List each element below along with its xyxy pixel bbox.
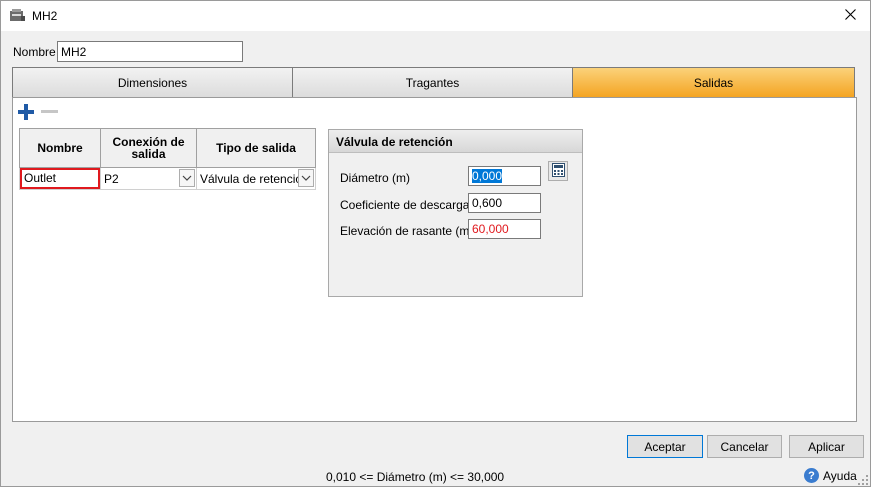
help-icon: ? <box>804 468 819 483</box>
validation-message: 0,010 <= Diámetro (m) <= 30,000 <box>326 470 505 484</box>
connection-cell[interactable]: P2 <box>100 167 197 190</box>
resize-grip-icon[interactable] <box>858 474 868 485</box>
plus-icon[interactable] <box>18 104 34 120</box>
name-input[interactable] <box>57 41 243 62</box>
cancel-button[interactable]: Cancelar <box>707 435 782 458</box>
apply-button[interactable]: Aplicar <box>789 435 864 458</box>
column-header-tipo: Tipo de salida <box>196 128 316 168</box>
chevron-down-icon[interactable] <box>298 169 314 187</box>
diameter-value: 0,000 <box>472 169 503 183</box>
tab-strip: Dimensiones Tragantes Salidas <box>12 67 855 98</box>
valve-group: Válvula de retención Diámetro (m) 0,000 <box>328 129 583 297</box>
connection-dropdown[interactable]: P2 <box>101 168 196 189</box>
rim-elevation-label: Elevación de rasante (m) <box>340 224 474 238</box>
valve-group-title: Válvula de retención <box>329 130 582 153</box>
name-label: Nombre <box>13 45 56 59</box>
manhole-icon <box>9 8 26 23</box>
tab-salidas[interactable]: Salidas <box>573 67 855 98</box>
type-value: Válvula de retención <box>200 171 309 186</box>
calculator-icon <box>551 162 565 180</box>
salidas-panel: Nombre Conexión de salida Tipo de salida… <box>12 97 857 422</box>
help-label: Ayuda <box>823 468 857 483</box>
tab-dimensiones[interactable]: Dimensiones <box>12 67 293 98</box>
help-link[interactable]: ? Ayuda <box>804 468 857 483</box>
accept-button[interactable]: Aceptar <box>627 435 703 458</box>
discharge-coefficient-label: Coeficiente de descarga <box>340 198 470 212</box>
chevron-down-icon[interactable] <box>179 169 195 187</box>
outlet-name-value[interactable]: Outlet <box>20 168 100 189</box>
connection-value: P2 <box>104 171 119 186</box>
discharge-coefficient-input[interactable]: 0,600 <box>468 193 541 213</box>
table-row: Outlet P2 Válvula de retención <box>19 167 316 190</box>
outlets-table: Nombre Conexión de salida Tipo de salida… <box>19 128 316 190</box>
rim-elevation-input[interactable]: 60,000 <box>468 219 541 239</box>
dialog-window: MH2 Nombre Dimensiones Tragantes Salidas… <box>0 0 871 487</box>
diameter-label: Diámetro (m) <box>340 171 411 185</box>
column-header-nombre: Nombre <box>19 128 101 168</box>
diameter-input[interactable]: 0,000 <box>468 166 541 186</box>
minus-icon[interactable] <box>41 110 58 113</box>
window-title: MH2 <box>32 9 58 23</box>
calculator-button[interactable] <box>548 161 568 181</box>
close-button[interactable] <box>830 1 870 31</box>
close-icon <box>844 9 856 23</box>
type-dropdown[interactable]: Válvula de retención <box>197 168 315 189</box>
type-cell[interactable]: Válvula de retención <box>196 167 316 190</box>
tab-tragantes[interactable]: Tragantes <box>293 67 573 98</box>
title-bar: MH2 <box>1 1 870 31</box>
column-header-conexion: Conexión de salida <box>100 128 197 168</box>
outlet-name-cell[interactable]: Outlet <box>19 167 101 190</box>
